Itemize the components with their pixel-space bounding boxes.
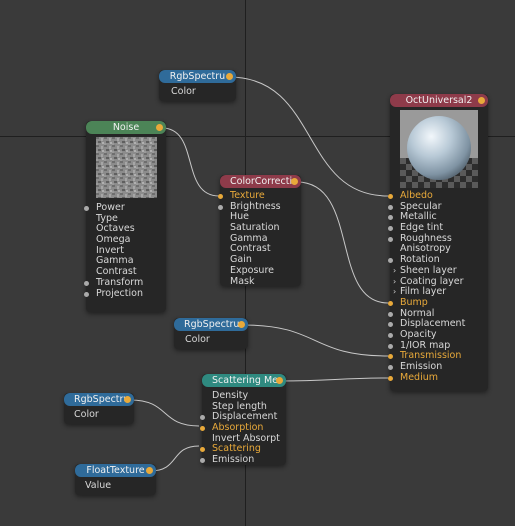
pin-projection[interactable]: Projection bbox=[84, 287, 166, 300]
pin-label: Value bbox=[85, 480, 112, 491]
color-correction-node[interactable]: ColorCorrecti Texture Brightness Hue Sat… bbox=[218, 175, 301, 288]
output-pin-dot[interactable] bbox=[276, 377, 283, 384]
output-pin-dot[interactable] bbox=[291, 178, 298, 185]
node-title: Scattering Me bbox=[212, 375, 279, 386]
float-texture-node[interactable]: FloatTexture Value bbox=[75, 464, 156, 495]
material-preview-thumbnail bbox=[400, 110, 478, 188]
pin-dot[interactable] bbox=[388, 332, 393, 338]
rgb-spectrum-node-3[interactable]: RgbSpectru Color bbox=[64, 393, 134, 424]
output-pin-dot[interactable] bbox=[238, 321, 245, 328]
pin-dot[interactable] bbox=[388, 311, 393, 317]
wire-scattering-medium bbox=[280, 377, 389, 382]
pin-color[interactable]: Color bbox=[174, 334, 248, 346]
pin-bump[interactable]: Bump bbox=[388, 296, 488, 309]
node-header[interactable]: RgbSpectru bbox=[64, 393, 134, 406]
pin-mask[interactable]: Mask bbox=[220, 275, 301, 288]
node-title: RgbSpectru bbox=[184, 319, 240, 330]
pin-dot[interactable] bbox=[388, 365, 393, 370]
pin-dot[interactable] bbox=[84, 291, 89, 297]
node-header[interactable]: OctUniversal2 bbox=[390, 94, 488, 107]
rgb-spectrum-node-2[interactable]: RgbSpectru Color bbox=[174, 318, 248, 349]
pin-label: Projection bbox=[96, 287, 143, 299]
pin-label: Medium bbox=[400, 371, 438, 383]
pin-exposure[interactable]: Exposure bbox=[220, 264, 301, 277]
node-title: FloatTexture bbox=[86, 465, 145, 476]
rgb-spectrum-node-1[interactable]: RgbSpectru Color bbox=[159, 70, 236, 101]
expand-arrow-icon[interactable]: › bbox=[393, 277, 396, 288]
pin-dot[interactable] bbox=[388, 194, 393, 199]
pin-dot[interactable] bbox=[388, 258, 393, 264]
pin-color[interactable]: Color bbox=[64, 409, 134, 421]
pin-dot[interactable] bbox=[218, 194, 223, 199]
wire-rgb3-absorption bbox=[129, 399, 200, 427]
node-header[interactable]: Noise bbox=[86, 121, 166, 134]
pin-dot[interactable] bbox=[388, 322, 393, 328]
pin-dot[interactable] bbox=[200, 447, 205, 453]
expand-arrow-icon[interactable]: › bbox=[393, 287, 396, 298]
pin-label: Sheen layer bbox=[400, 264, 457, 276]
node-header[interactable]: RgbSpectru bbox=[174, 318, 248, 331]
pin-label: Mask bbox=[230, 275, 255, 287]
pin-emission[interactable]: Emission bbox=[200, 454, 286, 466]
pin-label: Color bbox=[171, 86, 196, 97]
pin-sheen-layer[interactable]: › Sheen layer bbox=[390, 264, 488, 277]
node-title: Noise bbox=[112, 122, 140, 133]
pin-dot[interactable] bbox=[84, 280, 89, 286]
output-pin-dot[interactable] bbox=[478, 97, 485, 104]
node-title: ColorCorrecti bbox=[230, 176, 293, 187]
pin-dot[interactable] bbox=[218, 204, 223, 210]
expand-arrow-icon[interactable]: › bbox=[393, 266, 396, 277]
pin-transform[interactable]: Transform bbox=[84, 276, 166, 289]
wire-noise-texture bbox=[161, 127, 220, 197]
pin-label: Exposure bbox=[230, 264, 274, 276]
wire-colorcorrect-bump bbox=[296, 181, 389, 304]
node-header[interactable]: RgbSpectru bbox=[159, 70, 236, 83]
wire-float-scattering bbox=[149, 445, 200, 472]
node-title: OctUniversal2 bbox=[405, 95, 473, 106]
noise-node[interactable]: Noise Power Type Octaves Omega Invert Ga… bbox=[84, 121, 166, 312]
pin-dot[interactable] bbox=[388, 226, 393, 232]
pin-dot[interactable] bbox=[388, 300, 393, 306]
node-header[interactable]: Scattering Me bbox=[202, 374, 286, 387]
pin-label: Color bbox=[185, 334, 210, 345]
pin-label: Transform bbox=[96, 276, 144, 288]
universal-material-node[interactable]: OctUniversal2 Albedo Specular Metallic E… bbox=[388, 94, 488, 391]
output-pin-dot[interactable] bbox=[124, 396, 131, 403]
pin-dot[interactable] bbox=[388, 343, 393, 349]
node-header[interactable]: FloatTexture bbox=[75, 464, 156, 477]
pin-label: Color bbox=[74, 409, 99, 420]
pin-dot[interactable] bbox=[84, 206, 89, 211]
pin-label: Bump bbox=[400, 296, 428, 308]
scattering-medium-node[interactable]: Scattering Me Density Step length Displa… bbox=[200, 374, 286, 466]
node-title: RgbSpectru bbox=[169, 71, 226, 82]
node-header[interactable]: ColorCorrecti bbox=[220, 175, 301, 188]
pin-dot[interactable] bbox=[200, 426, 205, 432]
output-pin-dot[interactable] bbox=[226, 73, 233, 80]
pin-label: Emission bbox=[212, 454, 255, 466]
pin-dot[interactable] bbox=[388, 204, 393, 210]
noise-preview-thumbnail bbox=[96, 137, 157, 198]
pin-color[interactable]: Color bbox=[159, 86, 236, 98]
pin-dot[interactable] bbox=[388, 354, 393, 360]
pin-medium[interactable]: Medium bbox=[388, 371, 488, 384]
output-pin-dot[interactable] bbox=[156, 124, 163, 131]
output-pin-dot[interactable] bbox=[146, 467, 153, 474]
wire-rgb2-transmission bbox=[242, 324, 389, 357]
pin-dot[interactable] bbox=[388, 375, 393, 381]
pin-dot[interactable] bbox=[200, 458, 205, 464]
pin-value[interactable]: Value bbox=[75, 480, 156, 492]
pin-dot[interactable] bbox=[388, 236, 393, 242]
pin-dot[interactable] bbox=[200, 415, 205, 421]
pin-dot[interactable] bbox=[388, 215, 393, 221]
